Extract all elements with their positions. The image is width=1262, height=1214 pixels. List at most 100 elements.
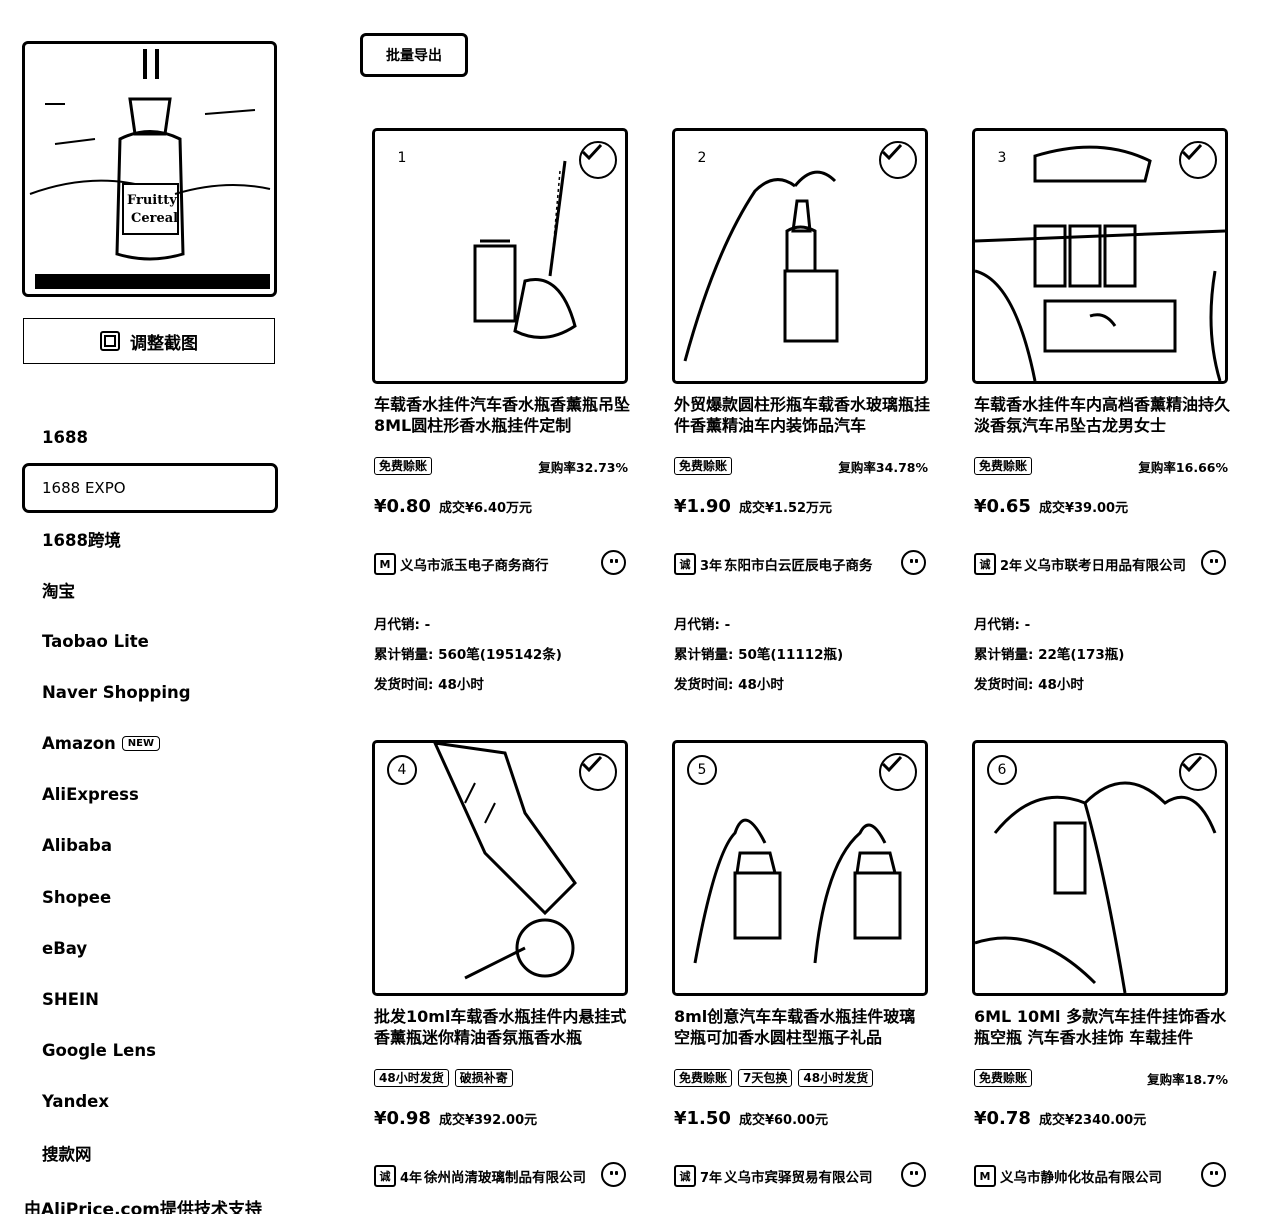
store-row[interactable]: 诚 7年 义乌市宾驿贸易有限公司 (674, 1162, 928, 1190)
deal-amount: 成交¥6.40万元 (438, 501, 533, 516)
source-item[interactable]: AliExpress (22, 769, 278, 820)
chat-face-icon[interactable] (901, 550, 926, 575)
store-name[interactable]: 义乌市宾驿贸易有限公司 (724, 1166, 873, 1186)
sales-stats: 月代销: - 累计销量: 50笔(11112瓶) 发货时间: 48小时 (674, 610, 843, 700)
product-image[interactable]: 2 (672, 128, 928, 384)
service-tag: 7天包换 (738, 1069, 793, 1087)
source-item-label: Shopee (42, 887, 112, 907)
service-tag: 48小时发货 (374, 1069, 449, 1087)
product-title[interactable]: 8ml创意汽车车载香水瓶挂件玻璃空瓶可加香水圆柱型瓶子礼品 (674, 1006, 930, 1050)
source-item[interactable]: 1688 (22, 412, 278, 463)
product-card[interactable]: 3 车载香水挂件车内高档香薰精油持久淡香氛汽车吊坠古龙男女士免费赊账 复购率16.6… (972, 128, 1230, 698)
product-image[interactable]: 4 (372, 740, 628, 996)
store-name[interactable]: 东阳市白云匠辰电子商务 (724, 554, 873, 574)
product-title[interactable]: 批发10ml车载香水瓶挂件内悬挂式香薰瓶迷你精油香氛瓶香水瓶 (374, 1006, 630, 1050)
source-item-label: Amazon (42, 734, 116, 754)
source-item[interactable]: SHEIN (22, 974, 278, 1025)
source-item[interactable]: 淘宝 (22, 564, 278, 615)
source-item-label: Taobao Lite (42, 631, 149, 651)
store-row[interactable]: M 义乌市静帅化妆品有限公司 (974, 1162, 1228, 1190)
service-tag: 免费赊账 (674, 457, 733, 475)
store-row[interactable]: 诚 4年 徐州尚清玻璃制品有限公司 (374, 1162, 628, 1190)
product-tags: 免费赊账 复购率34.78% (674, 456, 928, 476)
service-tag: 48小时发货 (798, 1069, 874, 1087)
product-tags: 免费赊账 7天包换 48小时发货 (674, 1068, 928, 1088)
price-row: ¥0.78 成交¥2340.00元 (974, 1108, 1146, 1129)
crop-frame-icon (100, 331, 120, 351)
total-sales: 累计销量: 50笔(11112瓶) (674, 647, 844, 663)
source-item-label: eBay (42, 938, 88, 958)
new-badge: NEW (121, 736, 161, 752)
store-row[interactable]: 诚 2年 义乌市联考日用品有限公司 (974, 550, 1228, 578)
source-item[interactable]: 搜款网 (22, 1127, 278, 1178)
check-circle-icon[interactable] (1179, 753, 1217, 791)
price-row: ¥0.80 成交¥6.40万元 (374, 496, 532, 517)
source-item[interactable]: eBay (22, 923, 278, 974)
result-index: 1 (387, 143, 417, 173)
store-years: 4年 (400, 1170, 423, 1186)
store-name[interactable]: 徐州尚清玻璃制品有限公司 (424, 1166, 586, 1186)
total-sales: 累计销量: 22笔(173瓶) (974, 647, 1125, 663)
deal-amount: 成交¥39.00元 (1038, 501, 1129, 516)
service-tag: 免费赊账 (674, 1069, 733, 1087)
product-card[interactable]: 5 8ml创意汽车车载香水瓶挂件玻璃空瓶可加香水圆柱型瓶子礼品免费赊账 7天包换 48… (672, 740, 928, 1200)
product-tags: 免费赊账 复购率16.66% (974, 456, 1228, 476)
source-item-label: Google Lens (42, 1041, 156, 1061)
source-item[interactable]: Amazon NEW (22, 718, 278, 769)
store-row[interactable]: M 义乌市派玉电子商务商行 (374, 550, 628, 578)
source-item[interactable]: 1688跨境 (22, 513, 278, 564)
batch-export-button[interactable]: 批量导出 (360, 33, 468, 77)
product-price: ¥0.78 (974, 1108, 1031, 1129)
chat-face-icon[interactable] (901, 1162, 926, 1187)
check-circle-icon[interactable] (579, 141, 617, 179)
product-tags: 免费赊账 复购率32.73% (374, 456, 628, 476)
source-item[interactable]: Google Lens (22, 1025, 278, 1076)
check-circle-icon[interactable] (879, 753, 917, 791)
store-years: 3年 (700, 558, 723, 574)
chat-face-icon[interactable] (1201, 550, 1226, 575)
source-item[interactable]: 1688 EXPO (22, 463, 278, 514)
product-title[interactable]: 外贸爆款圆柱形瓶车载香水玻璃瓶挂件香薰精油车内装饰品汽车 (674, 394, 930, 438)
service-tag: 免费赊账 (374, 457, 433, 475)
product-card[interactable]: 2 外贸爆款圆柱形瓶车载香水玻璃瓶挂件香薰精油车内装饰品汽车免费赊账 复购率34.7… (672, 128, 930, 700)
source-item[interactable]: Naver Shopping (22, 667, 278, 718)
service-tag: 破损补寄 (454, 1069, 513, 1087)
store-badge-icon: 诚 (674, 553, 696, 575)
chat-face-icon[interactable] (601, 550, 626, 575)
store-name[interactable]: 义乌市联考日用品有限公司 (1024, 554, 1186, 574)
product-title[interactable]: 6ML 10Ml 多款汽车挂件挂饰香水瓶空瓶 汽车香水挂饰 车载挂件 (974, 1006, 1230, 1050)
store-row[interactable]: 诚 3年 东阳市白云匠辰电子商务 (674, 550, 928, 578)
price-row: ¥0.98 成交¥392.00元 (374, 1108, 537, 1129)
adjust-screenshot-button[interactable]: 调整截图 (23, 318, 275, 364)
product-card[interactable]: 1 车载香水挂件汽车香水瓶香薰瓶吊坠8ML圆柱形香水瓶挂件定制免费赊账 复购率32.… (372, 128, 630, 700)
chat-face-icon[interactable] (601, 1162, 626, 1187)
result-index: 6 (987, 755, 1017, 785)
check-circle-icon[interactable] (1179, 141, 1217, 179)
store-badge-icon: 诚 (674, 1165, 696, 1187)
product-card[interactable]: 6 6ML 10Ml 多款汽车挂件挂饰香水瓶空瓶 汽车香水挂饰 车载挂件 免费赊账 复… (972, 740, 1228, 1200)
sales-stats: 月代销: - 累计销量: 560笔(195142条) 发货时间: 48小时 (374, 610, 562, 700)
chat-face-icon[interactable] (1201, 1162, 1226, 1187)
source-item-label: Yandex (42, 1092, 109, 1112)
product-image[interactable]: 6 (972, 740, 1228, 996)
source-item[interactable]: Yandex (22, 1076, 278, 1127)
product-title[interactable]: 车载香水挂件汽车香水瓶香薰瓶吊坠8ML圆柱形香水瓶挂件定制 (374, 394, 630, 438)
result-index: 3 (987, 143, 1017, 173)
ship-time: 发货时间: 48小时 (374, 677, 484, 693)
source-item[interactable]: Shopee (22, 872, 278, 923)
product-title[interactable]: 车载香水挂件车内高档香薰精油持久淡香氛汽车吊坠古龙男女士 (974, 394, 1230, 438)
product-image[interactable]: 5 (672, 740, 928, 996)
product-card[interactable]: 4 批发10ml车载香水瓶挂件内悬挂式香薰瓶迷你精油香氛瓶香水瓶 48小时发货 破损补… (372, 740, 628, 1200)
source-item[interactable]: Alibaba (22, 820, 278, 871)
check-circle-icon[interactable] (579, 753, 617, 791)
result-index: 2 (687, 143, 717, 173)
product-image[interactable]: 3 (972, 128, 1228, 384)
source-item-label: 1688 EXPO (42, 479, 126, 498)
product-image[interactable]: 1 (372, 128, 628, 384)
check-circle-icon[interactable] (879, 141, 917, 179)
store-name[interactable]: 义乌市派玉电子商务商行 (400, 554, 549, 574)
footer-credit[interactable]: 由AliPrice.com提供技术支持 (24, 1195, 262, 1214)
store-badge-icon: 诚 (974, 553, 996, 575)
store-name[interactable]: 义乌市静帅化妆品有限公司 (1000, 1166, 1162, 1186)
source-item[interactable]: Taobao Lite (22, 616, 278, 667)
